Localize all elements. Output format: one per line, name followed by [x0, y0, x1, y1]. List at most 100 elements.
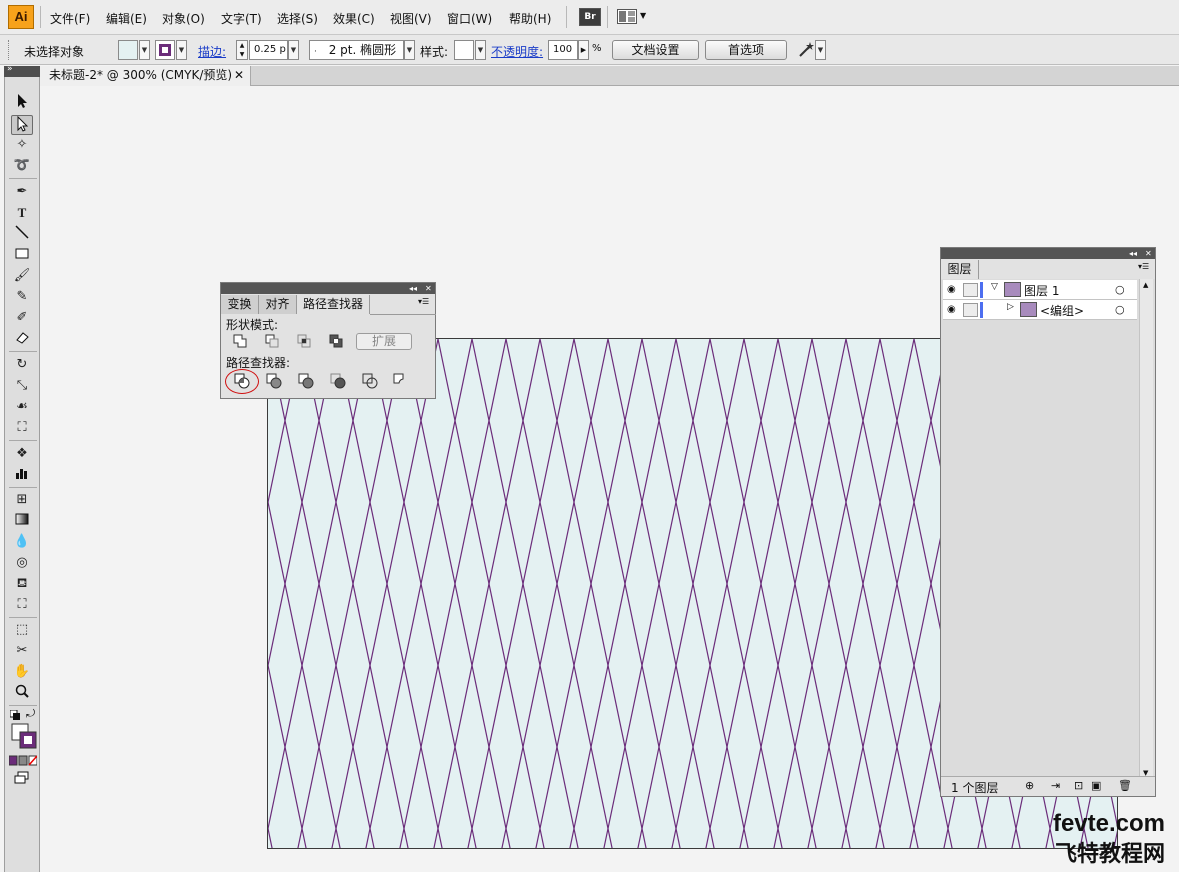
- pencil-tool-icon[interactable]: ✎: [11, 287, 33, 307]
- warp-tool-icon[interactable]: ☙: [11, 397, 33, 417]
- outline-icon[interactable]: [362, 373, 378, 389]
- bridge-button[interactable]: Br: [579, 8, 601, 26]
- menu-effect[interactable]: 效果(C): [333, 10, 375, 27]
- document-tab[interactable]: 未标题-2* @ 300% (CMYK/预览) ✕: [40, 66, 251, 86]
- menu-file[interactable]: 文件(F): [50, 10, 90, 27]
- slice-tool-icon[interactable]: ✂: [11, 641, 33, 661]
- close-icon[interactable]: ✕: [234, 66, 244, 85]
- type-tool-icon[interactable]: T: [11, 203, 33, 223]
- panel-menu-icon[interactable]: ▾☰: [418, 297, 429, 306]
- menu-select[interactable]: 选择(S): [277, 10, 318, 27]
- trim-icon[interactable]: [266, 373, 282, 389]
- visibility-eye-icon[interactable]: ◉: [947, 284, 956, 295]
- group-name[interactable]: <编组>: [1040, 302, 1084, 319]
- minus-back-icon[interactable]: [393, 373, 407, 387]
- stroke-weight-dropdown[interactable]: ▼: [288, 40, 299, 60]
- new-sublayer-icon[interactable]: ⊡: [1074, 779, 1083, 792]
- menu-view[interactable]: 视图(V): [390, 10, 432, 27]
- fill-stroke-swatch[interactable]: [11, 723, 37, 749]
- toolbox-header[interactable]: »: [4, 64, 40, 77]
- selection-tool-icon[interactable]: [11, 93, 33, 113]
- crop-icon[interactable]: [330, 373, 346, 389]
- magic-wand-icon[interactable]: [797, 41, 815, 59]
- lasso-tool-icon[interactable]: ➰: [11, 156, 33, 176]
- lock-toggle[interactable]: [963, 303, 978, 317]
- target-circle-icon[interactable]: ○: [1115, 303, 1125, 316]
- close-icon[interactable]: ✕: [425, 283, 432, 294]
- chevron-down-icon[interactable]: ▼: [640, 11, 646, 20]
- opacity-field[interactable]: 100: [548, 40, 578, 60]
- expand-button[interactable]: 扩展: [356, 333, 412, 350]
- direct-selection-tool-icon[interactable]: [11, 115, 33, 135]
- layer-name[interactable]: 图层 1: [1024, 282, 1059, 299]
- target-circle-icon[interactable]: ○: [1115, 283, 1125, 296]
- workspace-switcher-icon[interactable]: [617, 9, 637, 24]
- layer-row[interactable]: ◉ ▽ 图层 1 ○: [943, 280, 1137, 300]
- divide-icon[interactable]: [234, 373, 250, 389]
- live-paint-selection-tool-icon[interactable]: ⛶: [11, 595, 33, 615]
- stroke-dropdown[interactable]: ▼: [176, 40, 187, 60]
- lock-toggle[interactable]: [963, 283, 978, 297]
- intersect-icon[interactable]: [297, 334, 311, 348]
- merge-icon[interactable]: [298, 373, 314, 389]
- exclude-icon[interactable]: [329, 334, 343, 348]
- grip-handle[interactable]: [8, 40, 11, 60]
- preferences-button[interactable]: 首选项: [705, 40, 787, 60]
- style-swatch[interactable]: [454, 40, 474, 60]
- symbol-sprayer-tool-icon[interactable]: ❖: [11, 444, 33, 464]
- tab-pathfinder[interactable]: 路径查找器: [297, 295, 370, 314]
- style-dropdown[interactable]: ▼: [475, 40, 486, 60]
- scroll-up-arrow[interactable]: ▲: [1143, 281, 1148, 289]
- disclosure-open-icon[interactable]: ▽: [991, 282, 998, 292]
- collapse-icon[interactable]: »: [7, 64, 13, 74]
- menu-window[interactable]: 窗口(W): [447, 10, 492, 27]
- tab-align[interactable]: 对齐: [259, 295, 297, 314]
- layer-row[interactable]: ◉ ▷ <编组> ○: [943, 300, 1137, 320]
- visibility-eye-icon[interactable]: ◉: [947, 304, 956, 315]
- layers-scrollbar[interactable]: ▲ ▼: [1139, 279, 1153, 779]
- menu-edit[interactable]: 编辑(E): [106, 10, 147, 27]
- scale-tool-icon[interactable]: ⤡: [11, 376, 33, 396]
- line-segment-tool-icon[interactable]: [11, 224, 33, 244]
- column-graph-tool-icon[interactable]: [11, 465, 33, 485]
- brush-dropdown[interactable]: ▼: [404, 40, 415, 60]
- options-dropdown[interactable]: ▼: [815, 40, 826, 60]
- disclosure-closed-icon[interactable]: ▷: [1007, 302, 1014, 312]
- pen-tool-icon[interactable]: ✒: [11, 182, 33, 202]
- magic-wand-tool-icon[interactable]: ✧: [11, 135, 33, 155]
- collapse-panel-icon[interactable]: ◂◂: [1129, 248, 1137, 259]
- paintbrush-tool-icon[interactable]: 🖌: [11, 266, 33, 286]
- document-setup-button[interactable]: 文档设置: [612, 40, 699, 60]
- free-transform-tool-icon[interactable]: ⛶: [11, 418, 33, 438]
- artboard-tool-icon[interactable]: ⬚: [11, 620, 33, 640]
- opacity-arrow[interactable]: ▶: [578, 40, 589, 60]
- minus-front-icon[interactable]: [265, 334, 279, 348]
- color-mode-icons[interactable]: [8, 755, 38, 767]
- menu-type[interactable]: 文字(T): [221, 10, 262, 27]
- brush-definition-field[interactable]: · 2 pt. 椭圆形: [309, 40, 404, 60]
- stroke-swatch[interactable]: [155, 40, 175, 60]
- menu-help[interactable]: 帮助(H): [509, 10, 551, 27]
- gradient-tool-icon[interactable]: [11, 511, 33, 531]
- panel-title-bar[interactable]: ◂◂ ✕: [941, 248, 1155, 259]
- opacity-label[interactable]: 不透明度:: [491, 43, 543, 60]
- blob-brush-tool-icon[interactable]: ✐: [11, 308, 33, 328]
- collapse-panel-icon[interactable]: ◂◂: [409, 283, 417, 294]
- fill-swatch[interactable]: [118, 40, 138, 60]
- zoom-tool-icon[interactable]: [11, 683, 33, 703]
- mesh-tool-icon[interactable]: ⊞: [11, 490, 33, 510]
- stroke-weight-field[interactable]: 0.25 p: [249, 40, 288, 60]
- locate-object-icon[interactable]: ⊕: [1025, 779, 1034, 792]
- menu-object[interactable]: 对象(O): [162, 10, 205, 27]
- unite-icon[interactable]: [233, 334, 247, 348]
- rectangle-tool-icon[interactable]: [11, 245, 33, 265]
- rotate-tool-icon[interactable]: ↻: [11, 355, 33, 375]
- screen-mode-icon[interactable]: [11, 771, 33, 791]
- live-paint-bucket-tool-icon[interactable]: ⛾: [11, 574, 33, 594]
- eyedropper-tool-icon[interactable]: 💧: [11, 532, 33, 552]
- tab-transform[interactable]: 变换: [221, 295, 259, 314]
- panel-menu-icon[interactable]: ▾☰: [1138, 262, 1149, 271]
- blend-tool-icon[interactable]: ◎: [11, 553, 33, 573]
- stroke-label[interactable]: 描边:: [198, 43, 226, 60]
- tab-layers[interactable]: 图层: [941, 260, 979, 279]
